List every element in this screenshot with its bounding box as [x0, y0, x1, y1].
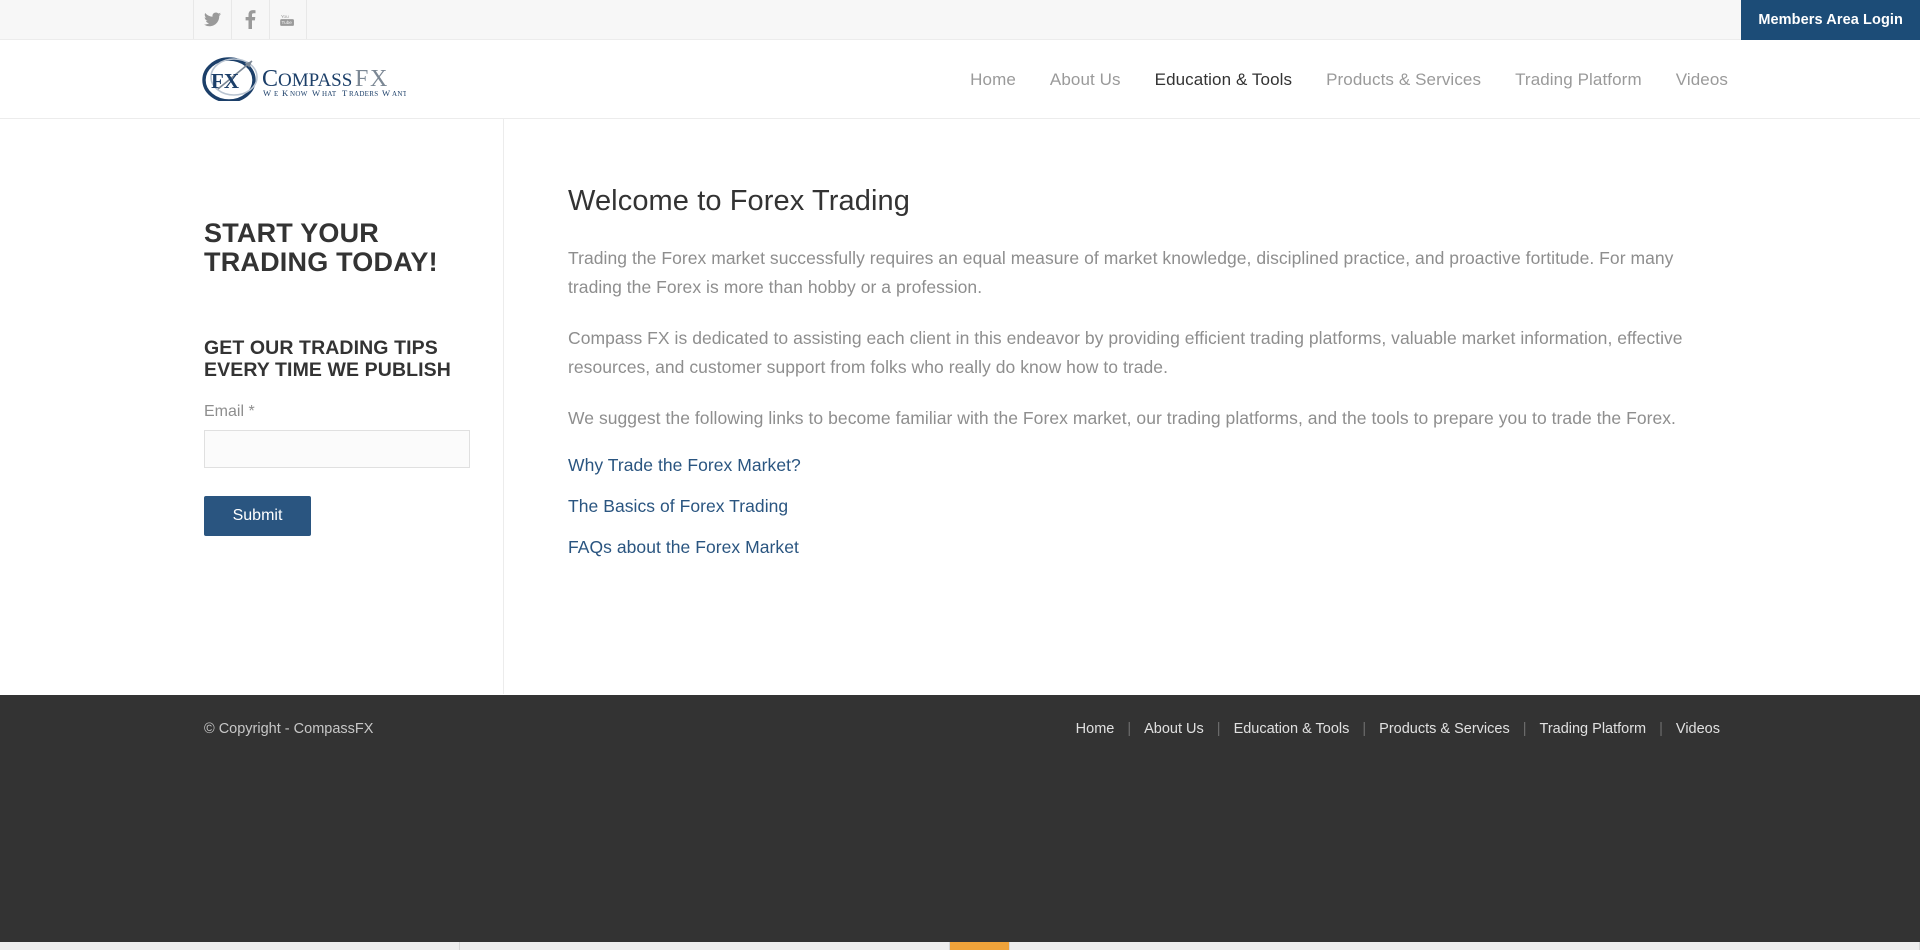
intro-paragraph-1: Trading the Forex market successfully re…	[568, 248, 1674, 297]
svg-text:K: K	[282, 88, 289, 98]
logo-graphic: FX C OMPASS F X W E K NOW W HAT T RADERS…	[202, 57, 406, 101]
sidebar: START YOUR TRADING TODAY! GET OUR TRADIN…	[0, 119, 504, 694]
page-title: Welcome to Forex Trading	[568, 185, 910, 217]
site-logo[interactable]: FX C OMPASS F X W E K NOW W HAT T RADERS…	[200, 57, 406, 101]
nav-item-about-us[interactable]: About Us	[1033, 70, 1138, 90]
strip-segment	[460, 942, 950, 950]
footer-link-videos[interactable]: Videos	[1663, 721, 1720, 737]
svg-text:RADERS: RADERS	[349, 90, 378, 98]
site-header: FX C OMPASS F X W E K NOW W HAT T RADERS…	[0, 40, 1920, 119]
main-navigation: Home About Us Education & Tools Products…	[953, 40, 1728, 119]
sidebar-headline: START YOUR TRADING TODAY!	[204, 218, 438, 277]
email-field-label: Email *	[204, 403, 503, 421]
social-links: You Tube	[193, 0, 307, 39]
svg-text:W: W	[312, 88, 321, 98]
svg-text:FX: FX	[211, 69, 239, 93]
strip-segment	[1010, 942, 1920, 950]
youtube-icon[interactable]: You Tube	[269, 0, 307, 39]
svg-text:T: T	[342, 88, 348, 98]
link-row-1: Why Trade the Forex Market?	[568, 455, 1810, 476]
link-row-2: The Basics of Forex Trading	[568, 496, 1810, 517]
footer-navigation: Home | About Us | Education & Tools | Pr…	[1063, 721, 1720, 737]
svg-text:W: W	[263, 88, 272, 98]
nav-item-home[interactable]: Home	[953, 70, 1033, 90]
facebook-icon[interactable]	[231, 0, 269, 39]
link-why-trade-forex[interactable]: Why Trade the Forex Market?	[568, 455, 801, 475]
link-basics-of-forex[interactable]: The Basics of Forex Trading	[568, 496, 788, 516]
svg-text:You: You	[281, 13, 289, 18]
footer-link-trading-platform[interactable]: Trading Platform	[1527, 721, 1660, 737]
site-footer: © Copyright - CompassFX Home | About Us …	[0, 695, 1920, 950]
footer-link-education-tools[interactable]: Education & Tools	[1221, 721, 1363, 737]
link-faqs-forex-market[interactable]: FAQs about the Forex Market	[568, 537, 799, 557]
strip-segment	[0, 942, 460, 950]
svg-text:E: E	[274, 90, 279, 98]
svg-text:ANT: ANT	[392, 90, 406, 98]
footer-link-about-us[interactable]: About Us	[1131, 721, 1217, 737]
twitter-icon[interactable]	[193, 0, 231, 39]
browser-bottom-strip	[0, 942, 1920, 950]
newsletter-subhead: GET OUR TRADING TIPS EVERY TIME WE PUBLI…	[204, 337, 451, 381]
top-bar: You Tube Members Area Login	[0, 0, 1920, 40]
email-input[interactable]	[204, 430, 470, 468]
nav-item-trading-platform[interactable]: Trading Platform	[1498, 70, 1659, 90]
email-label-text: Email	[204, 403, 245, 420]
svg-text:HAT: HAT	[322, 90, 337, 98]
link-row-3: FAQs about the Forex Market	[568, 537, 1810, 558]
intro-paragraph-2: Compass FX is dedicated to assisting eac…	[568, 328, 1683, 377]
svg-text:Tube: Tube	[282, 20, 293, 25]
members-area-login-button[interactable]: Members Area Login	[1741, 0, 1920, 40]
required-mark: *	[248, 403, 255, 420]
svg-text:W: W	[382, 88, 391, 98]
svg-text:NOW: NOW	[290, 90, 308, 98]
intro-paragraph-3: We suggest the following links to become…	[568, 408, 1676, 428]
footer-inner: © Copyright - CompassFX Home | About Us …	[0, 695, 1920, 737]
footer-link-home[interactable]: Home	[1063, 721, 1128, 737]
nav-item-products-services[interactable]: Products & Services	[1309, 70, 1498, 90]
strip-segment-active	[950, 942, 1010, 950]
main-column: Welcome to Forex Trading Trading the For…	[504, 119, 1920, 694]
copyright-text: © Copyright - CompassFX	[204, 721, 374, 737]
page-root: You Tube Members Area Login FX C OMPASS …	[0, 0, 1920, 950]
footer-link-products-services[interactable]: Products & Services	[1366, 721, 1523, 737]
svg-text:F: F	[355, 66, 368, 92]
nav-item-education-tools[interactable]: Education & Tools	[1138, 70, 1309, 90]
nav-item-videos[interactable]: Videos	[1659, 70, 1728, 90]
content-area: START YOUR TRADING TODAY! GET OUR TRADIN…	[0, 119, 1920, 694]
submit-button[interactable]: Submit	[204, 496, 311, 536]
